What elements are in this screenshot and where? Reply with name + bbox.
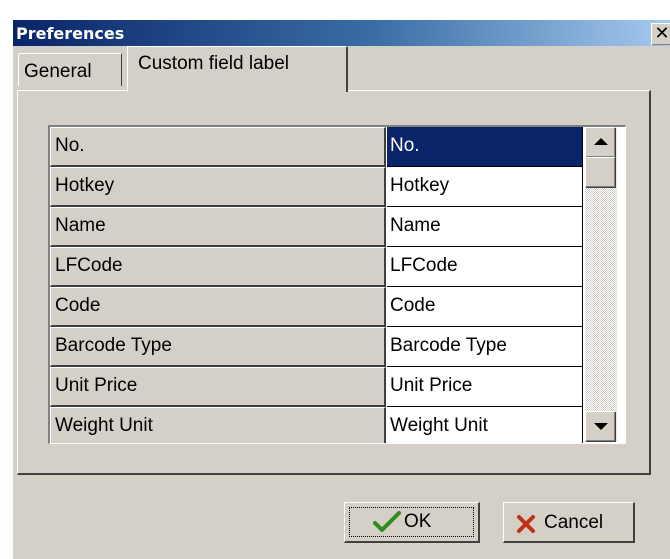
scroll-down-button[interactable] <box>585 411 615 441</box>
field-name-cell: Code <box>50 287 386 327</box>
scroll-thumb[interactable] <box>585 157 615 187</box>
field-name-cell: Name <box>50 207 386 247</box>
field-label-cell[interactable]: Name <box>387 207 583 247</box>
field-label-cell[interactable]: Weight Unit <box>387 407 583 443</box>
grid-row: LFCode LFCode <box>50 247 620 287</box>
tab-general-label: General <box>24 61 92 82</box>
cancel-button-label: Cancel <box>544 512 604 533</box>
grid-row: Weight Unit Weight Unit <box>50 407 620 443</box>
custom-field-grid: No. No. Hotkey Hotkey Name Name LFCode L… <box>48 125 626 444</box>
title-bar[interactable]: Preferences ✕ <box>13 20 670 46</box>
grid-row: No. No. <box>50 127 620 167</box>
field-label-cell[interactable]: Code <box>387 287 583 327</box>
field-label-cell[interactable]: Hotkey <box>387 167 583 207</box>
tab-custom-field-label-label: Custom field label <box>138 53 290 74</box>
field-name-cell: Barcode Type <box>50 327 386 367</box>
arrow-up-icon <box>594 138 608 145</box>
arrow-down-icon <box>594 423 608 430</box>
grid-row: Hotkey Hotkey <box>50 167 620 207</box>
tab-custom-field-label[interactable]: Custom field label <box>127 46 348 92</box>
field-name-cell: Weight Unit <box>50 407 386 443</box>
cancel-button[interactable]: Cancel <box>503 502 635 543</box>
field-name-cell: Hotkey <box>50 167 386 207</box>
field-name-cell: Unit Price <box>50 367 386 407</box>
field-name-cell: No. <box>50 127 386 167</box>
field-label-cell[interactable]: No. <box>387 127 583 167</box>
window-title: Preferences <box>16 24 125 43</box>
grid-row: Barcode Type Barcode Type <box>50 327 620 367</box>
x-icon <box>517 515 535 533</box>
scroll-up-button[interactable] <box>585 127 615 157</box>
grid-row: Unit Price Unit Price <box>50 367 620 407</box>
tab-general[interactable]: General <box>18 53 122 86</box>
check-icon <box>373 511 401 532</box>
field-label-cell[interactable]: Unit Price <box>387 367 583 407</box>
ok-button[interactable]: OK <box>344 502 480 543</box>
field-label-cell[interactable]: Barcode Type <box>387 327 583 367</box>
close-icon: ✕ <box>654 23 670 44</box>
grid-row: Name Name <box>50 207 620 247</box>
ok-button-label: OK <box>404 511 432 532</box>
vertical-scrollbar[interactable] <box>585 127 617 442</box>
field-name-cell: LFCode <box>50 247 386 287</box>
field-label-cell[interactable]: LFCode <box>387 247 583 287</box>
grid-row: Code Code <box>50 287 620 327</box>
close-button[interactable]: ✕ <box>651 23 670 45</box>
